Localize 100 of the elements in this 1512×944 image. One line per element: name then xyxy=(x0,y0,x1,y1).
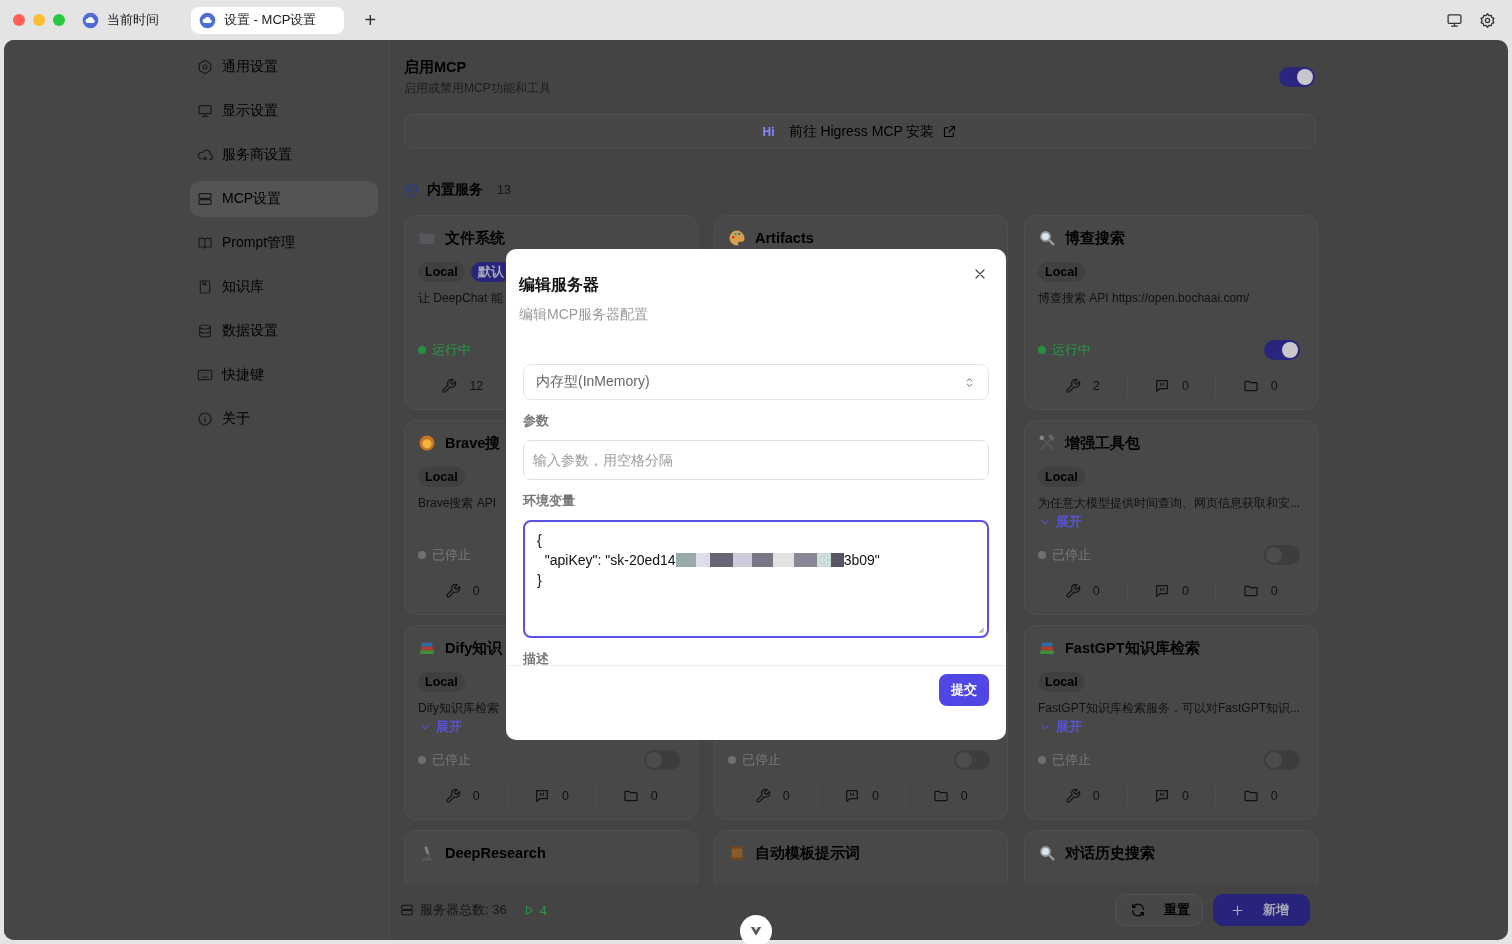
type-select[interactable]: 内存型(InMemory) xyxy=(523,364,989,400)
scroll-icon xyxy=(728,844,746,862)
chat-icon xyxy=(844,788,860,804)
server-name: Artifacts xyxy=(755,230,814,246)
notebook-icon xyxy=(197,279,213,295)
chevron-logo-icon xyxy=(749,924,763,938)
section-title: 启用MCP xyxy=(404,58,468,77)
stat-count: 0 xyxy=(1270,379,1278,393)
magnifier-icon xyxy=(1038,229,1056,247)
toggle-switch[interactable] xyxy=(1279,67,1315,87)
wrench-icon xyxy=(1064,788,1081,804)
wrench-icon xyxy=(1064,583,1081,599)
server-tag: Local xyxy=(418,262,465,282)
submit-button[interactable]: 提交 xyxy=(939,674,989,706)
refresh-icon xyxy=(1130,902,1146,918)
wrench-icon xyxy=(1064,378,1081,394)
wrench-icon xyxy=(444,788,461,804)
folder-icon xyxy=(932,788,949,804)
field-label: 描述 xyxy=(523,651,550,665)
close-window-button[interactable] xyxy=(13,14,25,26)
running-count: 4 xyxy=(539,902,547,918)
add-button[interactable]: 新增 xyxy=(1213,894,1310,926)
wrench-icon xyxy=(754,788,771,804)
server-icon xyxy=(400,903,414,917)
monitor-icon xyxy=(197,103,213,119)
stat-count: 0 xyxy=(472,789,480,803)
server-tag: Local xyxy=(418,672,465,692)
resize-grip-icon xyxy=(976,625,985,634)
zoom-window-button[interactable] xyxy=(53,14,65,26)
args-field[interactable]: 输入参数，用空格分隔 xyxy=(523,440,989,480)
shield-check-icon xyxy=(404,182,419,198)
expand-button[interactable]: 展开 xyxy=(418,718,462,736)
info-icon xyxy=(197,411,213,427)
server-name: FastGPT知识库检索 xyxy=(1065,638,1200,658)
server-tag: Local xyxy=(1038,467,1085,487)
stat-count: 0 xyxy=(1092,789,1100,803)
folder-icon xyxy=(1242,788,1259,804)
chat-icon xyxy=(1154,583,1170,599)
sidebar-item[interactable]: 服务商设置 xyxy=(190,137,378,173)
expand-button[interactable]: 展开 xyxy=(1038,718,1082,736)
chat-icon xyxy=(534,788,550,804)
cloud-logo-icon xyxy=(199,11,216,29)
server-name: 博查搜索 xyxy=(1065,228,1125,248)
reset-button[interactable]: 重置 xyxy=(1115,894,1203,926)
monitor-icon[interactable] xyxy=(1446,11,1463,29)
server-name: Brave搜 xyxy=(445,433,501,453)
sidebar-item[interactable]: Prompt管理 xyxy=(190,225,378,261)
server-name: 文件系统 xyxy=(445,228,505,248)
server-tag: Local xyxy=(1038,262,1085,282)
group-title: 内置服务 xyxy=(427,181,483,199)
sidebar-item[interactable]: MCP设置 xyxy=(190,181,378,217)
sidebar-item[interactable]: 快捷键 xyxy=(190,357,378,393)
magnifier-icon xyxy=(1038,844,1056,862)
database-icon xyxy=(197,323,213,339)
cloud-icon xyxy=(197,147,213,163)
stat-count: 0 xyxy=(782,789,790,803)
server-name: 自动模板提示词 xyxy=(755,843,860,863)
env-field[interactable]: { "apiKey": "sk-20ed14 3b09" } xyxy=(523,520,989,638)
cloud-logo-icon xyxy=(82,11,99,29)
stat-count: 0 xyxy=(1092,584,1100,598)
sidebar-item[interactable]: 显示设置 xyxy=(190,93,378,129)
install-button[interactable]: Hi 前往 Higress MCP 安装 xyxy=(404,114,1316,149)
sidebar-item[interactable]: 通用设置 xyxy=(190,49,378,85)
sidebar-item[interactable]: 数据设置 xyxy=(190,313,378,349)
dialog-title: 编辑服务器 xyxy=(519,275,600,295)
status-label: 运行中 xyxy=(432,341,471,359)
book-icon xyxy=(197,235,213,251)
server-name: Dify知识 xyxy=(445,638,503,658)
chat-icon xyxy=(1154,378,1170,394)
higress-logo: Hi xyxy=(762,124,775,139)
stat-count: 0 xyxy=(960,789,968,803)
wrench-icon xyxy=(444,583,461,599)
sidebar-item[interactable]: 知识库 xyxy=(190,269,378,305)
keyboard-icon xyxy=(197,367,213,383)
settings-icon xyxy=(197,59,213,75)
stat-count: 0 xyxy=(472,584,480,598)
sidebar-item[interactable]: 关于 xyxy=(190,401,378,437)
status-label: 运行中 xyxy=(1052,341,1091,359)
stat-count: 0 xyxy=(650,789,658,803)
browser-tab[interactable]: 当前时间 xyxy=(74,6,187,34)
server-name: 增强工具包 xyxy=(1065,433,1140,453)
stat-count: 0 xyxy=(1270,789,1278,803)
browser-tab[interactable]: 设置 - MCP设置 xyxy=(191,6,345,34)
toggle-switch[interactable] xyxy=(1264,340,1300,360)
field-label: 环境变量 xyxy=(523,493,576,510)
external-link-icon xyxy=(942,124,958,139)
server-tag: Local xyxy=(1038,672,1085,692)
chat-icon xyxy=(1154,788,1170,804)
expand-button[interactable]: 展开 xyxy=(1038,513,1082,531)
new-tab-button[interactable]: + xyxy=(360,8,381,32)
folder-icon xyxy=(1242,378,1259,394)
server-icon xyxy=(197,191,213,207)
folder-icon xyxy=(1242,583,1259,599)
dialog-subtitle: 编辑MCP服务器配置 xyxy=(519,305,650,324)
tools-icon xyxy=(1038,434,1056,452)
settings-icon[interactable] xyxy=(1479,11,1496,29)
minimize-window-button[interactable] xyxy=(33,14,45,26)
folder-icon xyxy=(622,788,639,804)
plus-icon xyxy=(1230,902,1245,918)
server-tag: Local xyxy=(418,467,465,487)
